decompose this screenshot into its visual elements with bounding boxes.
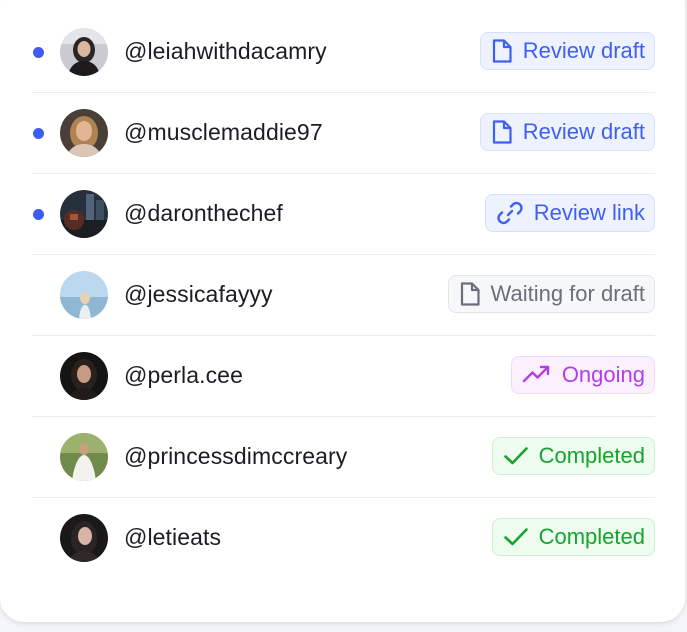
status-label: Waiting for draft xyxy=(490,281,645,306)
review-draft-button[interactable]: Review draft xyxy=(479,32,655,70)
list-item[interactable]: @letieats Completed xyxy=(32,498,655,578)
check-icon xyxy=(503,526,529,548)
document-icon xyxy=(459,281,481,307)
creator-handle[interactable]: @princessdimccreary xyxy=(124,443,347,470)
avatar[interactable] xyxy=(60,190,108,238)
avatar[interactable] xyxy=(60,514,108,562)
creator-handle[interactable]: @leiahwithdacamry xyxy=(124,38,327,65)
check-icon xyxy=(503,445,529,467)
waiting-for-draft-badge[interactable]: Waiting for draft xyxy=(447,275,655,313)
status-label: Review draft xyxy=(522,119,645,144)
link-icon xyxy=(496,200,524,226)
list-item[interactable]: @daronthechef Review link xyxy=(32,174,655,255)
avatar[interactable] xyxy=(60,352,108,400)
avatar[interactable] xyxy=(60,433,108,481)
document-icon xyxy=(491,38,513,64)
status-label: Completed xyxy=(538,524,645,549)
list-item[interactable]: @princessdimccreary Completed xyxy=(32,417,655,498)
list-item[interactable]: @musclemaddie97 Review draft xyxy=(32,93,655,174)
unread-dot xyxy=(33,47,44,58)
completed-badge[interactable]: Completed xyxy=(491,518,655,556)
review-draft-button[interactable]: Review draft xyxy=(479,113,655,151)
trending-up-icon xyxy=(522,364,552,386)
unread-dot xyxy=(33,209,44,220)
list-item[interactable]: @perla.cee Ongoing xyxy=(32,336,655,417)
status-label: Ongoing xyxy=(561,362,645,387)
creator-handle[interactable]: @jessicafayyy xyxy=(124,281,273,308)
creator-handle[interactable]: @daronthechef xyxy=(124,200,283,227)
list-item[interactable]: @leiahwithdacamry Review draft xyxy=(32,12,655,93)
list-item[interactable]: @jessicafayyy Waiting for draft xyxy=(32,255,655,336)
review-link-button[interactable]: Review link xyxy=(484,194,655,232)
status-label: Completed xyxy=(538,443,645,468)
avatar[interactable] xyxy=(60,271,108,319)
avatar[interactable] xyxy=(60,109,108,157)
creator-handle[interactable]: @letieats xyxy=(124,524,221,551)
completed-badge[interactable]: Completed xyxy=(491,437,655,475)
avatar[interactable] xyxy=(60,28,108,76)
unread-dot xyxy=(33,128,44,139)
creators-card: @leiahwithdacamry Review draft @musclema… xyxy=(0,0,685,622)
creator-handle[interactable]: @musclemaddie97 xyxy=(124,119,323,146)
status-label: Review link xyxy=(533,200,645,225)
creator-list: @leiahwithdacamry Review draft @musclema… xyxy=(32,12,655,578)
ongoing-badge[interactable]: Ongoing xyxy=(510,356,655,394)
document-icon xyxy=(491,119,513,145)
status-label: Review draft xyxy=(522,38,645,63)
creator-handle[interactable]: @perla.cee xyxy=(124,362,243,389)
